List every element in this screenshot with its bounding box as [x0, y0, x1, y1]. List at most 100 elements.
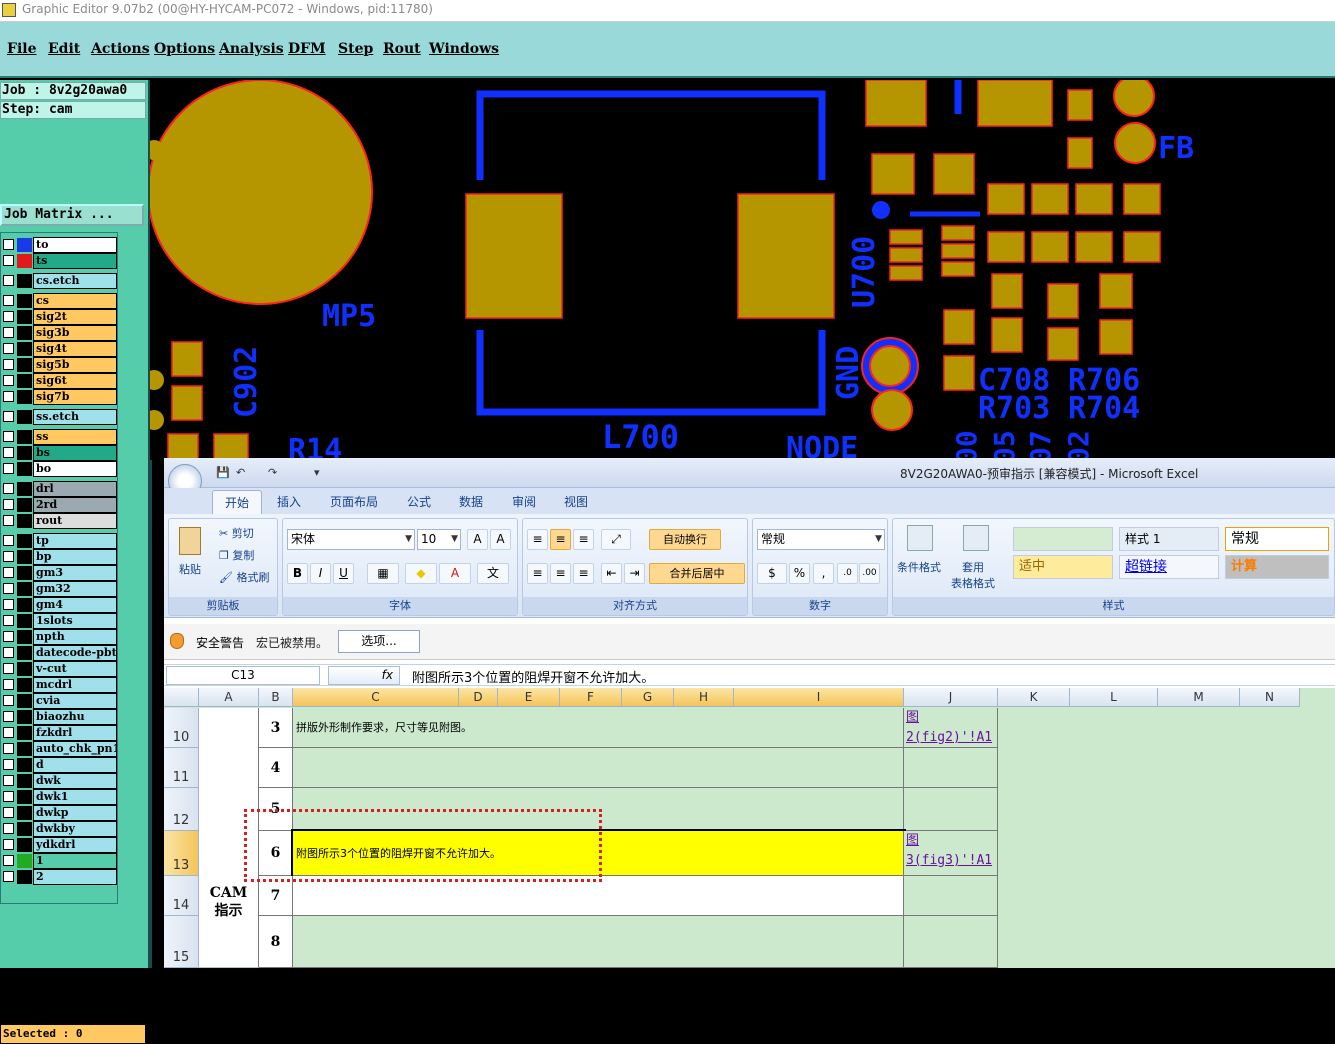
layer-name[interactable]: sig4t: [33, 341, 117, 357]
undo-icon[interactable]: ↶: [236, 466, 252, 480]
conditional-format-button[interactable]: 条件格式: [897, 559, 941, 575]
layer-row[interactable]: bo: [1, 461, 119, 477]
tab-data[interactable]: 数据: [459, 493, 483, 510]
tab-formulas[interactable]: 公式: [407, 493, 431, 510]
layer-color-swatch[interactable]: [17, 254, 32, 268]
layer-name[interactable]: sig2t: [33, 309, 117, 325]
layer-checkbox[interactable]: [3, 743, 14, 754]
row-header-11[interactable]: 11: [164, 748, 199, 788]
layer-name[interactable]: ss: [33, 429, 117, 445]
style-normal[interactable]: 常规: [1225, 527, 1329, 551]
layer-checkbox[interactable]: [3, 463, 14, 474]
column-header-k[interactable]: K: [998, 688, 1070, 707]
layer-row[interactable]: 2rd: [1, 497, 119, 513]
layer-checkbox[interactable]: [3, 535, 14, 546]
layer-checkbox[interactable]: [3, 551, 14, 562]
layer-row[interactable]: gm3: [1, 565, 119, 581]
layer-name[interactable]: gm32: [33, 581, 117, 597]
increase-indent-button[interactable]: ⇥: [624, 563, 645, 584]
layer-row[interactable]: auto_chk_pn1: [1, 741, 119, 757]
merge-center-button[interactable]: 合并后居中: [649, 563, 745, 584]
style-calculation[interactable]: 计算: [1225, 555, 1329, 579]
layer-row[interactable]: ss.etch: [1, 409, 119, 425]
layer-name[interactable]: cs.etch: [33, 273, 117, 289]
layer-color-swatch[interactable]: [17, 374, 32, 388]
layer-checkbox[interactable]: [3, 695, 14, 706]
layer-checkbox[interactable]: [3, 447, 14, 458]
instruction-text-cell[interactable]: [293, 748, 904, 788]
layer-color-swatch[interactable]: [17, 358, 32, 372]
layer-color-swatch[interactable]: [17, 534, 32, 548]
phonetic-button[interactable]: 文: [477, 563, 509, 584]
save-icon[interactable]: 💾: [216, 466, 232, 480]
menu-step[interactable]: Step: [338, 41, 373, 57]
align-center-button[interactable]: ≡: [550, 563, 571, 584]
layer-color-swatch[interactable]: [17, 462, 32, 476]
layer-checkbox[interactable]: [3, 631, 14, 642]
layer-row[interactable]: dwkp: [1, 805, 119, 821]
layer-checkbox[interactable]: [3, 311, 14, 322]
layer-name[interactable]: to: [33, 237, 117, 253]
comma-button[interactable]: ,: [813, 563, 834, 584]
decrease-indent-button[interactable]: ⇤: [601, 563, 622, 584]
hyperlink-cell[interactable]: [904, 916, 998, 968]
layer-name[interactable]: npth: [33, 629, 117, 645]
layer-name[interactable]: 1slots: [33, 613, 117, 629]
layer-checkbox[interactable]: [3, 871, 14, 882]
layer-checkbox[interactable]: [3, 647, 14, 658]
style-swatch-blank[interactable]: [1013, 527, 1113, 551]
layer-name[interactable]: ts: [33, 253, 117, 269]
number-format-combo[interactable]: 常规 ▼: [757, 529, 885, 550]
layer-name[interactable]: 2: [33, 869, 117, 885]
layer-color-swatch[interactable]: [17, 238, 32, 252]
layer-row[interactable]: v-cut: [1, 661, 119, 677]
pcb-canvas[interactable]: MP5 C902 R14 L700 NODE U700 GND FB C708 R706 R703 R…: [150, 80, 1335, 460]
align-middle-button[interactable]: ≡: [550, 529, 571, 550]
format-as-table-button[interactable]: 套用 表格格式: [951, 559, 995, 591]
layer-color-swatch[interactable]: [17, 822, 32, 836]
layer-checkbox[interactable]: [3, 807, 14, 818]
layer-row[interactable]: gm32: [1, 581, 119, 597]
layer-name[interactable]: dwkby: [33, 821, 117, 837]
layer-color-swatch[interactable]: [17, 274, 32, 288]
column-header-m[interactable]: M: [1158, 688, 1240, 707]
layer-color-swatch[interactable]: [17, 482, 32, 496]
layer-color-swatch[interactable]: [17, 758, 32, 772]
hyperlink-cell[interactable]: [904, 748, 998, 788]
border-button[interactable]: ▦: [367, 563, 399, 584]
column-header-n[interactable]: N: [1240, 688, 1300, 707]
layer-color-swatch[interactable]: [17, 514, 32, 528]
row-header-12[interactable]: 12: [164, 788, 199, 831]
layer-checkbox[interactable]: [3, 711, 14, 722]
layer-color-swatch[interactable]: [17, 678, 32, 692]
orientation-button[interactable]: ⤢: [601, 529, 631, 550]
layer-row[interactable]: cvia: [1, 693, 119, 709]
align-top-button[interactable]: ≡: [527, 529, 548, 550]
layer-color-swatch[interactable]: [17, 566, 32, 580]
column-header-l[interactable]: L: [1070, 688, 1158, 707]
layer-color-swatch[interactable]: [17, 854, 32, 868]
layer-row[interactable]: sig6t: [1, 373, 119, 389]
layer-color-swatch[interactable]: [17, 498, 32, 512]
underline-button[interactable]: U: [333, 563, 354, 584]
layer-name[interactable]: mcdrl: [33, 677, 117, 693]
layer-name[interactable]: bo: [33, 461, 117, 477]
layer-name[interactable]: tp: [33, 533, 117, 549]
increase-decimal-button[interactable]: .0: [837, 563, 858, 584]
layer-row[interactable]: sig2t: [1, 309, 119, 325]
layer-name[interactable]: dwk1: [33, 789, 117, 805]
layer-name[interactable]: cvia: [33, 693, 117, 709]
column-header-e[interactable]: E: [498, 688, 560, 707]
layer-name[interactable]: ss.etch: [33, 409, 117, 425]
layer-color-swatch[interactable]: [17, 326, 32, 340]
layer-checkbox[interactable]: [3, 759, 14, 770]
layer-row[interactable]: sig3b: [1, 325, 119, 341]
layer-color-swatch[interactable]: [17, 870, 32, 884]
shrink-font-button[interactable]: A: [490, 529, 511, 550]
layer-color-swatch[interactable]: [17, 774, 32, 788]
menu-actions[interactable]: Actions: [91, 41, 150, 57]
copy-button[interactable]: ❐ 复制: [219, 547, 254, 563]
layer-color-swatch[interactable]: [17, 646, 32, 660]
row-header-15[interactable]: 15: [164, 916, 199, 968]
fill-color-button[interactable]: ◆: [405, 563, 437, 584]
